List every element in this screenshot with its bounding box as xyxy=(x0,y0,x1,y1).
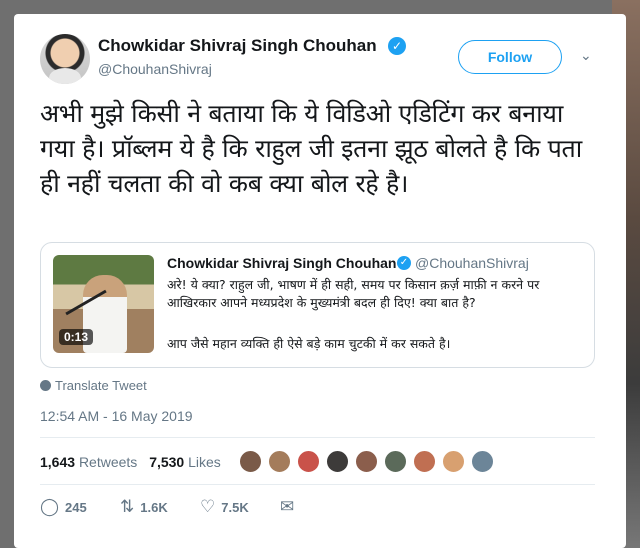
liker-avatar[interactable] xyxy=(470,449,495,474)
author-avatar[interactable] xyxy=(40,34,90,84)
likes-stat[interactable]: 7,530 Likes xyxy=(149,454,221,470)
liker-avatar[interactable] xyxy=(325,449,350,474)
like-count: 7.5K xyxy=(221,499,249,515)
follow-button[interactable]: Follow xyxy=(458,40,562,74)
quoted-author-handle: @ChouhanShivraj xyxy=(415,255,529,271)
tweet-card: Chowkidar Shivraj Singh Chouhan ✓ @Chouh… xyxy=(14,14,626,548)
globe-icon xyxy=(40,380,51,391)
translate-label: Translate Tweet xyxy=(55,378,147,393)
likes-label: Likes xyxy=(188,454,221,470)
heart-icon: ♡ xyxy=(200,497,216,516)
author-name[interactable]: Chowkidar Shivraj Singh Chouhan xyxy=(98,36,377,56)
liker-avatar[interactable] xyxy=(267,449,292,474)
retweets-count: 1,643 xyxy=(40,454,76,470)
likes-count: 7,530 xyxy=(149,454,185,470)
retweet-count: 1.6K xyxy=(140,499,168,515)
tweet-text: अभी मुझे किसी ने बताया कि ये विडिओ एडिटि… xyxy=(40,99,582,198)
envelope-icon: ✉ xyxy=(280,497,295,516)
retweets-stat[interactable]: 1,643 Retweets xyxy=(40,454,137,470)
liker-avatar[interactable] xyxy=(412,449,437,474)
quoted-text: अरे! ये क्या? राहुल जी, भाषण में ही सही,… xyxy=(167,277,540,310)
quoted-video-thumbnail[interactable]: 0:13 xyxy=(53,255,154,353)
verified-badge-icon: ✓ xyxy=(397,256,411,270)
liker-avatar[interactable] xyxy=(238,449,263,474)
retweet-icon: ⇅ xyxy=(120,497,135,516)
reply-count: 245 xyxy=(65,499,87,515)
reply-icon: ◯ xyxy=(40,497,60,516)
engagement-stats: 1,643 Retweets 7,530 Likes xyxy=(40,454,229,470)
author-handle[interactable]: @ChouhanShivraj xyxy=(98,61,212,77)
tweet-timestamp[interactable]: 12:54 AM - 16 May 2019 xyxy=(40,408,193,424)
divider xyxy=(40,484,595,485)
translate-tweet-link[interactable]: Translate Tweet xyxy=(40,378,147,393)
reply-button[interactable]: ◯ 245 xyxy=(40,498,87,516)
retweets-label: Retweets xyxy=(78,454,138,470)
divider xyxy=(40,437,595,438)
tweet-actions: ◯ 245 ⇅ 1.6K ♡ 7.5K ✉ xyxy=(40,498,340,522)
liker-avatar[interactable] xyxy=(354,449,379,474)
video-duration: 0:13 xyxy=(59,329,94,345)
retweet-button[interactable]: ⇅ 1.6K xyxy=(120,498,168,516)
direct-message-button[interactable]: ✉ xyxy=(280,498,294,516)
liker-avatar[interactable] xyxy=(383,449,408,474)
liker-avatar[interactable] xyxy=(441,449,466,474)
liker-avatar[interactable] xyxy=(296,449,321,474)
like-button[interactable]: ♡ 7.5K xyxy=(200,498,249,516)
quoted-text-second: आप जैसे महान व्यक्ति ही ऐसे बड़े काम चुट… xyxy=(167,336,451,351)
quoted-tweet[interactable]: 0:13 Chowkidar Shivraj Singh Chouhan ✓ @… xyxy=(40,242,595,368)
verified-badge-icon: ✓ xyxy=(388,37,406,55)
chevron-down-icon[interactable]: ⌄ xyxy=(580,48,594,64)
quoted-author-name: Chowkidar Shivraj Singh Chouhan xyxy=(167,255,397,271)
